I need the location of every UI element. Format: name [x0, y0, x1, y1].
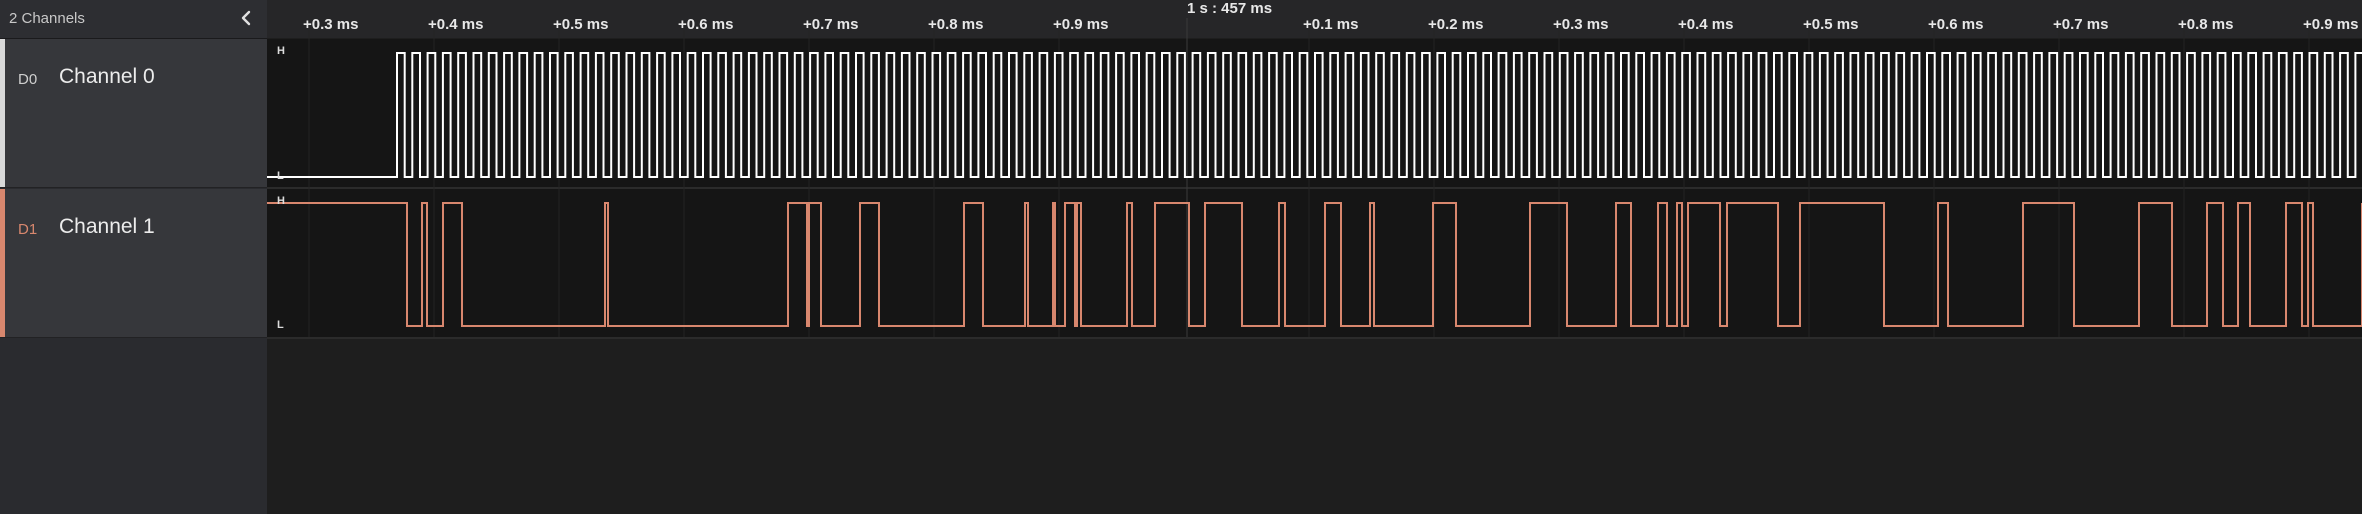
time-tick-label: +0.2 ms: [1428, 16, 1484, 33]
channel-row-1[interactable]: D1 Channel 1: [0, 189, 267, 338]
channel-name: Channel 0: [59, 65, 155, 88]
time-tick-label: +0.6 ms: [1928, 16, 1984, 33]
time-tick-label: +0.9 ms: [1053, 16, 1109, 33]
collapse-sidebar-button[interactable]: [232, 4, 260, 32]
time-tick-label: +0.8 ms: [928, 16, 984, 33]
channel-1-lane: [267, 189, 2362, 337]
channel-count-label: 2 Channels: [9, 10, 85, 27]
level-low-label: L: [277, 319, 284, 331]
channel-color-stripe: [0, 39, 5, 187]
level-high-label: H: [277, 195, 285, 207]
time-tick-label: +0.5 ms: [553, 16, 609, 33]
time-tick-label: +0.4 ms: [1678, 16, 1734, 33]
channel-row-0[interactable]: D0 Channel 0: [0, 39, 267, 188]
time-tick-label: +0.9 ms: [2303, 16, 2359, 33]
time-tick-label: +0.5 ms: [1803, 16, 1859, 33]
waveform-area[interactable]: 1 s : 457 ms +0.3 ms +0.4 ms +0.5 ms +0.6 m…: [267, 0, 2362, 514]
level-low-label: L: [277, 170, 284, 182]
time-tick-label: +0.3 ms: [1553, 16, 1609, 33]
time-tick-label: +0.3 ms: [303, 16, 359, 33]
chevron-left-icon: [241, 10, 251, 26]
channel-name: Channel 1: [59, 215, 155, 238]
time-tick-label: +0.8 ms: [2178, 16, 2234, 33]
channel-color-stripe: [0, 189, 5, 337]
time-tick-label: +0.7 ms: [2053, 16, 2109, 33]
channel-tag: D0: [18, 71, 38, 88]
time-reference-label: 1 s : 457 ms: [1187, 0, 1273, 17]
channel-tag: D1: [18, 221, 38, 238]
time-tick-label: +0.1 ms: [1303, 16, 1359, 33]
level-high-label: H: [277, 45, 285, 57]
sidebar-header: 2 Channels: [0, 0, 267, 39]
time-tick-label: +0.6 ms: [678, 16, 734, 33]
channel-sidebar: 2 Channels D0 Channel 0 D1 Channel 1: [0, 0, 267, 514]
waveform-canvas[interactable]: [267, 0, 2362, 514]
time-tick-label: +0.4 ms: [428, 16, 484, 33]
time-tick-label: +0.7 ms: [803, 16, 859, 33]
